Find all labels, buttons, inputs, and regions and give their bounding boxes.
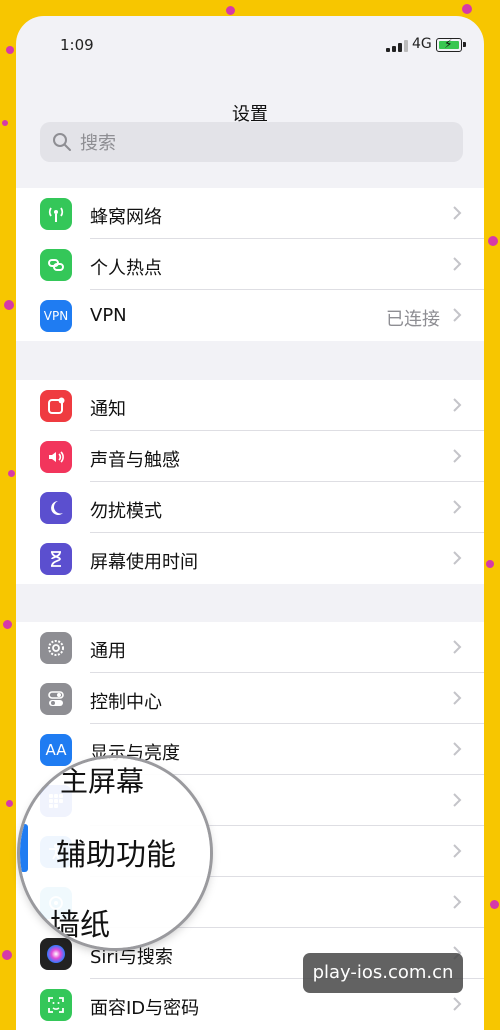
background-dot [488,236,498,246]
background-dot [2,120,8,126]
magnified-accessibility-label: 辅助功能 [56,838,176,873]
watermark-badge: play-ios.com.cn [303,953,463,993]
settings-item-control-center[interactable]: 控制中心 [16,673,484,724]
background-dot [462,4,472,14]
settings-item-label: 通知 [90,399,126,420]
settings-item-do-not-disturb[interactable]: 勿扰模式 [16,482,484,533]
settings-item-label: 屏幕使用时间 [90,552,198,573]
chevron-right-icon [453,640,462,654]
magnified-wallpaper-icon [20,894,28,938]
background-dot [8,470,15,477]
settings-group-connectivity: 蜂窝网络 个人热点 VPN VPN 已连接 [16,188,484,341]
settings-item-label: 个人热点 [90,258,162,279]
magnified-wallpaper-label: 墙纸 [50,908,110,943]
settings-item-notifications[interactable]: 通知 [16,380,484,431]
settings-item-vpn[interactable]: VPN VPN 已连接 [16,290,484,341]
chevron-right-icon [453,398,462,412]
magnified-accessibility-icon [20,824,28,872]
chevron-right-icon [453,793,462,807]
background-dot [490,900,499,909]
settings-group-notifications: 通知 声音与触感 勿扰模式 屏幕使用时间 [16,380,484,584]
moon-icon [40,492,72,524]
antenna-icon [40,198,72,230]
magnified-home-screen-label: 主屏幕 [60,765,145,798]
settings-item-general[interactable]: 通用 [16,622,484,673]
battery-icon: ⚡ [436,37,466,52]
background-dot [226,6,235,15]
chevron-right-icon [453,551,462,565]
settings-item-sounds[interactable]: 声音与触感 [16,431,484,482]
chevron-right-icon [453,997,462,1011]
settings-item-label: 通用 [90,641,126,662]
speaker-icon [40,441,72,473]
chevron-right-icon [453,742,462,756]
magnifier-lens: 主屏幕 辅助功能 墙纸 [20,758,210,948]
search-bar[interactable] [40,122,463,162]
chevron-right-icon [453,257,462,271]
settings-item-hotspot[interactable]: 个人热点 [16,239,484,290]
status-bar: 1:09 4G ⚡ [16,16,484,74]
search-input[interactable] [78,128,442,158]
hotspot-link-icon [40,249,72,281]
chevron-right-icon [453,691,462,705]
background-dot [486,560,494,568]
chevron-right-icon [453,895,462,909]
gear-icon [40,632,72,664]
search-icon [53,133,71,151]
settings-item-label: 面容ID与密码 [90,998,200,1019]
background-dot [2,950,12,960]
settings-item-screen-time[interactable]: 屏幕使用时间 [16,533,484,584]
chevron-right-icon [453,500,462,514]
settings-item-label: VPN [90,305,127,326]
settings-item-label: 蜂窝网络 [90,207,162,228]
face-id-icon [40,989,72,1021]
settings-item-label: 勿扰模式 [90,501,162,522]
settings-item-label: 声音与触感 [90,450,180,471]
chevron-right-icon [453,308,462,322]
chevron-right-icon [453,844,462,858]
notification-icon [40,390,72,422]
vpn-icon: VPN [40,300,72,332]
background-dot [3,620,12,629]
chevron-right-icon [453,449,462,463]
background-dot [6,800,13,807]
vpn-status-value: 已连接 [386,309,440,330]
chevron-right-icon [453,206,462,220]
signal-icon [386,40,408,52]
toggles-icon [40,683,72,715]
network-type: 4G [412,36,432,52]
background-dot [4,300,14,310]
status-time: 1:09 [60,36,94,54]
background-dot [6,46,14,54]
hourglass-icon [40,543,72,575]
settings-item-label: 控制中心 [90,692,162,713]
settings-item-cellular[interactable]: 蜂窝网络 [16,188,484,239]
